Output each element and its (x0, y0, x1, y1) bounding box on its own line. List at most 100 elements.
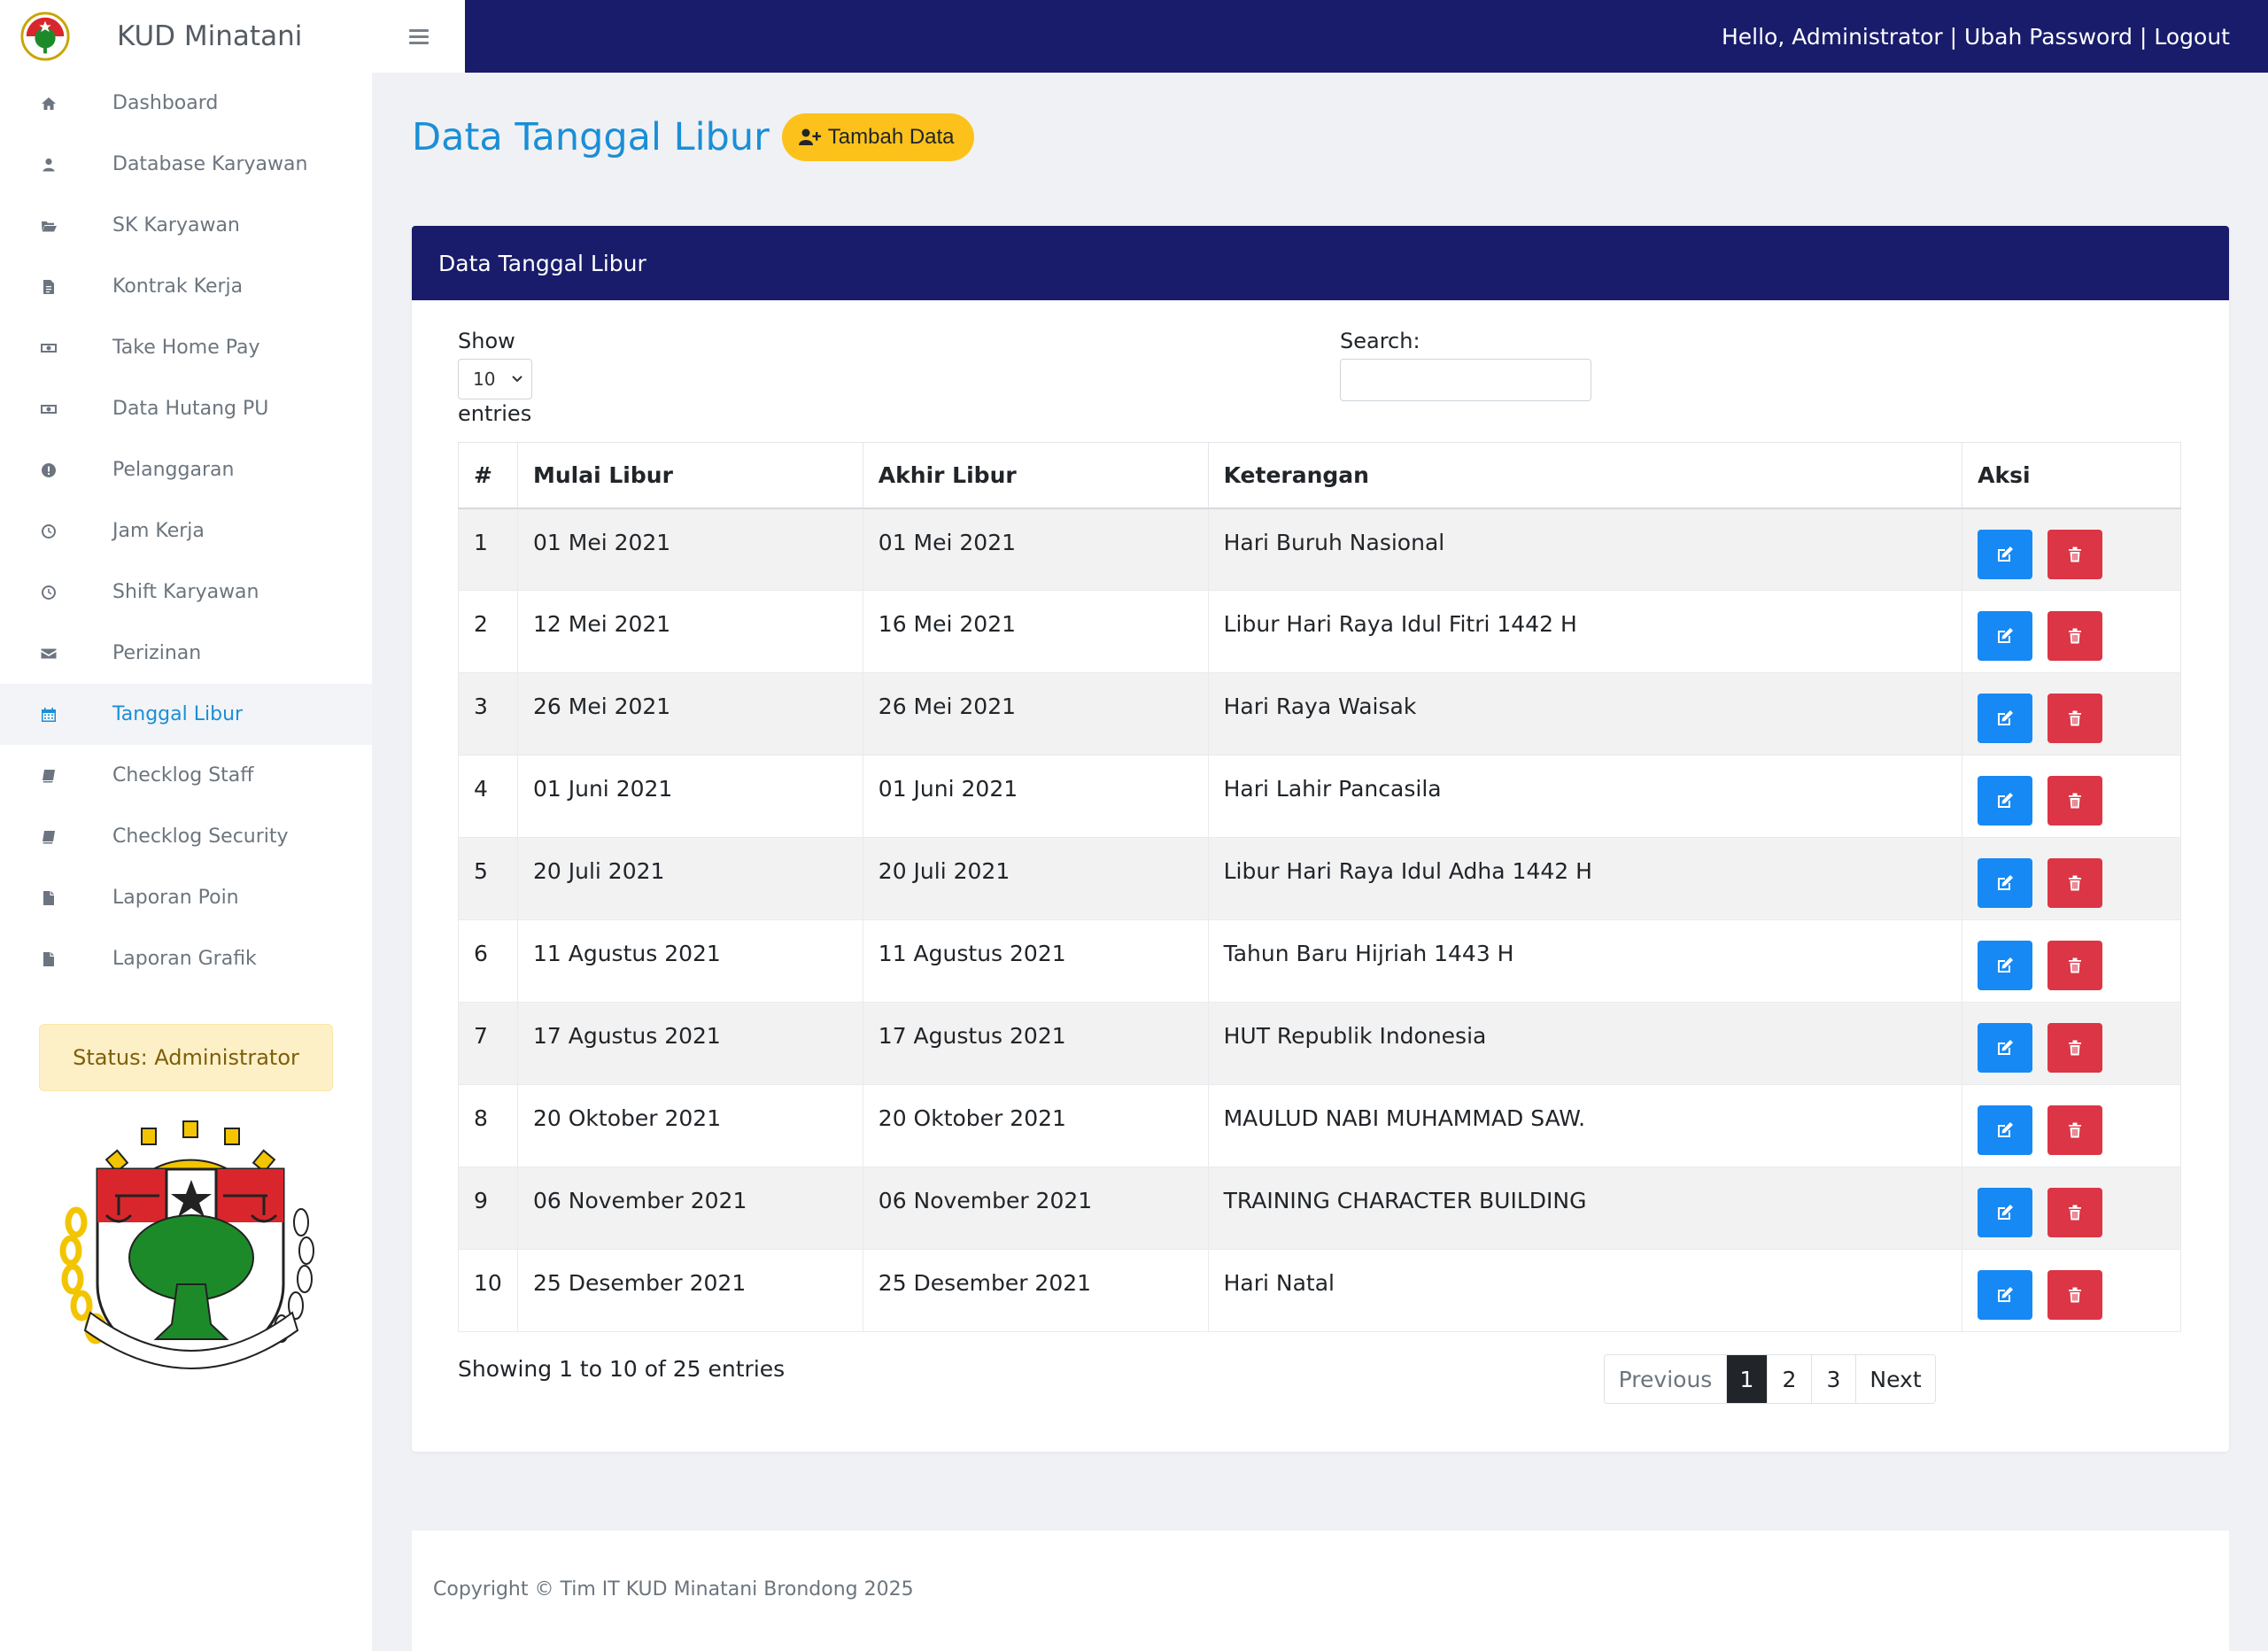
previous-page-button[interactable]: Previous (1605, 1355, 1726, 1403)
row-actions (1962, 837, 2181, 920)
user-greeting[interactable]: Hello, Administrator (1722, 24, 1943, 50)
sidebar-item-take-home-pay[interactable]: Take Home Pay (0, 317, 372, 378)
row-end-date: 16 Mei 2021 (862, 590, 1209, 673)
row-actions (1962, 919, 2181, 1003)
page-1-button[interactable]: 1 (1726, 1355, 1767, 1403)
next-page-button[interactable]: Next (1855, 1355, 1935, 1403)
column-header-description[interactable]: Keterangan (1207, 442, 1963, 509)
edit-button[interactable] (1978, 1023, 2033, 1073)
delete-button[interactable] (2047, 776, 2103, 826)
logout-link[interactable]: Logout (2154, 24, 2230, 50)
edit-button[interactable] (1978, 611, 2033, 661)
row-end-date: 01 Juni 2021 (862, 755, 1209, 838)
search-input[interactable] (1340, 359, 1591, 401)
sidebar-item-shift-karyawan[interactable]: Shift Karyawan (0, 562, 372, 623)
row-end-date: 11 Agustus 2021 (862, 919, 1209, 1003)
sidebar-item-sk-karyawan[interactable]: SK Karyawan (0, 195, 372, 256)
column-header-number[interactable]: # (458, 442, 518, 509)
row-start-date: 01 Juni 2021 (516, 755, 863, 838)
trash-icon (2069, 1040, 2082, 1056)
delete-button[interactable] (2047, 1023, 2103, 1073)
separator: | (2133, 23, 2155, 50)
top-navbar: Hello, Administrator | Ubah Password | L… (465, 0, 2268, 73)
sidebar-item-data-hutang-pu[interactable]: Data Hutang PU (0, 378, 372, 439)
delete-button[interactable] (2047, 858, 2103, 908)
trash-icon (2069, 875, 2082, 891)
row-description: Libur Hari Raya Idul Fitri 1442 H (1207, 590, 1963, 673)
edit-button[interactable] (1978, 941, 2033, 990)
add-data-button[interactable]: Tambah Data (781, 113, 974, 161)
edit-icon (1998, 1122, 2014, 1137)
column-header-start[interactable]: Mulai Libur (516, 442, 863, 509)
entries-length-select[interactable]: 10 (458, 359, 532, 399)
row-actions (1962, 1002, 2181, 1085)
edit-button[interactable] (1978, 694, 2033, 743)
trash-icon (2069, 1287, 2082, 1303)
row-actions (1962, 1084, 2181, 1167)
edit-button[interactable] (1978, 529, 2033, 579)
page-2-button[interactable]: 2 (1767, 1355, 1811, 1403)
copyright-text: Copyright © Tim IT KUD Minatani Brondong… (433, 1578, 914, 1601)
brand-name: KUD Minatani (117, 20, 303, 52)
sidebar-item-label: Dashboard (112, 92, 219, 114)
column-header-end[interactable]: Akhir Libur (862, 442, 1209, 509)
card-header: Data Tanggal Libur (412, 226, 2229, 300)
sidebar-item-dashboard[interactable]: Dashboard (0, 73, 372, 134)
table-row: 8 20 Oktober 2021 20 Oktober 2021 MAULUD… (458, 1084, 2181, 1167)
sidebar-item-label: Perizinan (112, 642, 202, 664)
brand[interactable]: KUD Minatani (0, 0, 372, 73)
delete-button[interactable] (2047, 694, 2103, 743)
delete-button[interactable] (2047, 1270, 2103, 1320)
edit-button[interactable] (1978, 858, 2033, 908)
sidebar-item-laporan-grafik[interactable]: Laporan Grafik (0, 928, 372, 989)
edit-button[interactable] (1978, 1188, 2033, 1237)
row-end-date: 25 Desember 2021 (862, 1249, 1209, 1332)
sidebar-item-perizinan[interactable]: Perizinan (0, 623, 372, 684)
edit-icon (1998, 710, 2014, 725)
delete-button[interactable] (2047, 529, 2103, 579)
trash-icon (2069, 793, 2082, 809)
sidebar-item-tanggal-libur[interactable]: Tanggal Libur (0, 684, 372, 745)
delete-button[interactable] (2047, 941, 2103, 990)
change-password-link[interactable]: Ubah Password (1964, 24, 2133, 50)
sidebar-item-label: Take Home Pay (112, 337, 260, 359)
sidebar-item-jam-kerja[interactable]: Jam Kerja (0, 500, 372, 562)
sidebar-item-pelanggaran[interactable]: Pelanggaran (0, 439, 372, 500)
delete-button[interactable] (2047, 611, 2103, 661)
edit-button[interactable] (1978, 1270, 2033, 1320)
sidebar-item-label: Laporan Grafik (112, 948, 257, 970)
trash-icon (2069, 710, 2082, 726)
row-description: Libur Hari Raya Idul Adha 1442 H (1207, 837, 1963, 920)
row-actions (1962, 590, 2181, 673)
sidebar-item-database-karyawan[interactable]: Database Karyawan (0, 134, 372, 195)
row-number: 6 (458, 919, 518, 1003)
row-number: 1 (458, 508, 518, 591)
row-start-date: 11 Agustus 2021 (516, 919, 863, 1003)
sidebar-item-label: Data Hutang PU (112, 398, 269, 420)
edit-button[interactable] (1978, 776, 2033, 826)
row-end-date: 20 Juli 2021 (862, 837, 1209, 920)
clock-icon (37, 523, 60, 540)
home-icon (37, 95, 60, 112)
sidebar-item-label: Jam Kerja (112, 520, 205, 542)
sidebar-item-label: SK Karyawan (112, 214, 240, 236)
separator: | (1942, 23, 1964, 50)
sidebar-toggle-button[interactable] (372, 0, 465, 73)
delete-button[interactable] (2047, 1188, 2103, 1237)
sidebar-item-laporan-poin[interactable]: Laporan Poin (0, 867, 372, 928)
clock-icon (37, 584, 60, 601)
delete-button[interactable] (2047, 1105, 2103, 1155)
row-start-date: 01 Mei 2021 (516, 508, 863, 591)
sidebar-item-label: Database Karyawan (112, 153, 308, 175)
sidebar-item-kontrak-kerja[interactable]: Kontrak Kerja (0, 256, 372, 317)
sidebar: KUD Minatani Dashboard Database Karyawan… (0, 0, 372, 1651)
sidebar-item-checklog-staff[interactable]: Checklog Staff (0, 745, 372, 806)
row-start-date: 06 November 2021 (516, 1167, 863, 1250)
sidebar-item-checklog-security[interactable]: Checklog Security (0, 806, 372, 867)
page-3-button[interactable]: 3 (1811, 1355, 1855, 1403)
edit-button[interactable] (1978, 1105, 2033, 1155)
edit-icon (1998, 1040, 2014, 1055)
row-description: Hari Natal (1207, 1249, 1963, 1332)
sidebar-item-label: Shift Karyawan (112, 581, 259, 603)
table-info: Showing 1 to 10 of 25 entries (458, 1356, 786, 1382)
